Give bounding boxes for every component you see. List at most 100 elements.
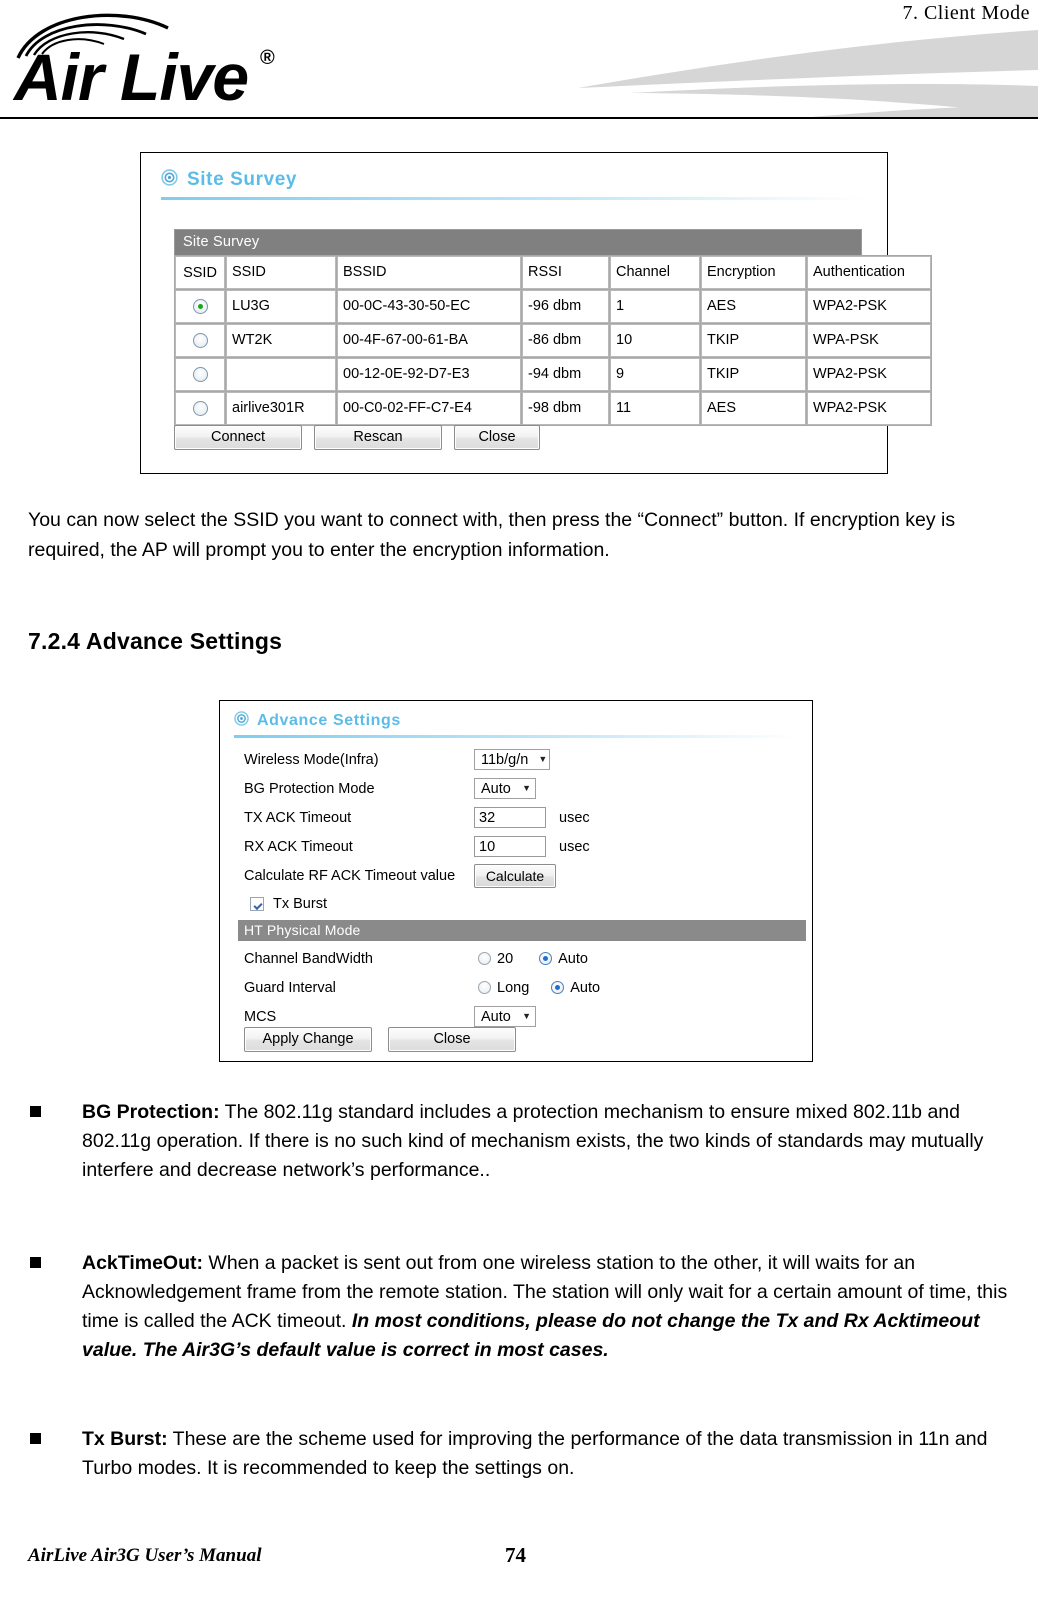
- guard-interval-option-auto[interactable]: Auto: [551, 980, 600, 996]
- bullet-body: These are the scheme used for improving …: [82, 1428, 988, 1479]
- bullet-bg-protection: BG Protection: The 802.11g standard incl…: [30, 1098, 1030, 1185]
- channel-bandwidth-option-20[interactable]: 20: [478, 951, 513, 967]
- section-heading: 7.2.4 Advance Settings: [28, 628, 283, 654]
- radio-button[interactable]: [192, 367, 208, 383]
- field-row-rx-ack: RX ACK Timeout 10 usec: [244, 832, 794, 861]
- field-row-tx-ack: TX ACK Timeout 32 usec: [244, 803, 794, 832]
- wireless-mode-label: Wireless Mode(Infra): [244, 751, 379, 768]
- wireless-mode-value: 11b/g/n: [481, 751, 529, 768]
- cell-rssi: -96 dbm: [522, 290, 609, 323]
- advance-settings-form: Wireless Mode(Infra) 11b/g/n ▼ BG Protec…: [238, 745, 806, 1031]
- table-row[interactable]: LU3G 00-0C-43-30-50-EC -96 dbm 1 AES WPA…: [175, 290, 931, 323]
- cell-ssid: airlive301R: [226, 392, 336, 425]
- bullet-tx-burst: Tx Burst: These are the scheme used for …: [30, 1425, 1035, 1483]
- radio-button-selected[interactable]: [551, 981, 565, 994]
- rescan-button[interactable]: Rescan: [314, 425, 442, 450]
- cell-bssid: 00-C0-02-FF-C7-E4: [337, 392, 521, 425]
- field-row-calculate: Calculate RF ACK Timeout value Calculate: [244, 861, 794, 890]
- svg-text:®: ®: [260, 47, 275, 69]
- row-radio-cell[interactable]: [175, 290, 225, 323]
- bullet-bg-protection-text: BG Protection: The 802.11g standard incl…: [82, 1098, 1030, 1185]
- channel-bandwidth-option-auto-label: Auto: [558, 950, 588, 967]
- table-row[interactable]: WT2K 00-4F-67-00-61-BA -86 dbm 10 TKIP W…: [175, 324, 931, 357]
- site-survey-table: SSID SSID BSSID RSSI Channel Encryption …: [174, 255, 932, 426]
- cell-channel: 10: [610, 324, 700, 357]
- radio-button[interactable]: [478, 952, 491, 965]
- rx-ack-timeout-input[interactable]: 10: [474, 836, 546, 857]
- cell-encryption: AES: [701, 392, 806, 425]
- bullet-ack-timeout: AckTimeOut: When a packet is sent out fr…: [30, 1249, 1035, 1365]
- target-icon: [161, 169, 178, 191]
- cell-channel: 1: [610, 290, 700, 323]
- cell-bssid: 00-4F-67-00-61-BA: [337, 324, 521, 357]
- channel-bandwidth-label: Channel BandWidth: [244, 950, 373, 967]
- wireless-mode-select[interactable]: 11b/g/n ▼: [474, 749, 550, 770]
- close-button[interactable]: Close: [454, 425, 540, 450]
- header-divider: [0, 117, 1038, 119]
- manual-page: 7. Client Mode Air Live ® Site Survey Si…: [0, 0, 1038, 1621]
- radio-button-selected[interactable]: [539, 952, 553, 965]
- guard-interval-label: Guard Interval: [244, 979, 336, 996]
- cell-ssid: [226, 358, 336, 391]
- site-survey-table-caption: Site Survey: [174, 229, 862, 255]
- radio-button[interactable]: [192, 333, 208, 349]
- row-radio-cell[interactable]: [175, 358, 225, 391]
- radio-button-selected[interactable]: [192, 299, 208, 315]
- footer-manual-title: AirLive Air3G User’s Manual: [28, 1545, 262, 1566]
- bullet-ack-timeout-text: AckTimeOut: When a packet is sent out fr…: [82, 1249, 1035, 1365]
- tx-ack-unit-label: usec: [559, 809, 590, 826]
- site-survey-table-wrapper: Site Survey SSID SSID BSSID RSSI Channel…: [174, 229, 932, 426]
- bullet-term: AckTimeOut:: [82, 1252, 203, 1274]
- channel-bandwidth-option-auto[interactable]: Auto: [539, 951, 588, 967]
- bullet-square-icon: [30, 1433, 41, 1444]
- column-header-encryption: Encryption: [701, 256, 806, 289]
- bullet-term: Tx Burst:: [82, 1428, 168, 1450]
- cell-channel: 9: [610, 358, 700, 391]
- bg-protection-select[interactable]: Auto ▼: [474, 778, 536, 799]
- bg-protection-label: BG Protection Mode: [244, 780, 375, 797]
- chapter-label: 7. Client Mode: [902, 2, 1030, 24]
- site-survey-button-bar: Connect Rescan Close: [174, 425, 540, 450]
- footer-page-number: 74: [505, 1543, 526, 1567]
- column-header-channel: Channel: [610, 256, 700, 289]
- row-radio-cell[interactable]: [175, 392, 225, 425]
- tx-burst-label: Tx Burst: [273, 896, 327, 912]
- table-header-row: SSID SSID BSSID RSSI Channel Encryption …: [175, 256, 931, 289]
- field-row-bg-protection: BG Protection Mode Auto ▼: [244, 774, 794, 803]
- close-button[interactable]: Close: [388, 1027, 516, 1052]
- header-swoosh-graphic: [330, 26, 1038, 118]
- field-row-guard-interval: Guard Interval Long Auto: [244, 973, 794, 1002]
- tx-burst-checkbox[interactable]: [250, 897, 264, 911]
- ht-physical-mode-section-header: HT Physical Mode: [238, 920, 806, 941]
- calculate-button[interactable]: Calculate: [474, 863, 556, 888]
- rx-ack-timeout-label: RX ACK Timeout: [244, 838, 353, 855]
- column-header-rssi: RSSI: [522, 256, 609, 289]
- column-header-bssid: BSSID: [337, 256, 521, 289]
- target-icon: [234, 711, 249, 731]
- cell-authentication: WPA2-PSK: [807, 392, 931, 425]
- guard-interval-option-long[interactable]: Long: [478, 980, 529, 996]
- guard-interval-radio-group[interactable]: Long Auto: [474, 980, 622, 996]
- tx-ack-timeout-input[interactable]: 32: [474, 807, 546, 828]
- column-header-ssid: SSID: [226, 256, 336, 289]
- table-row[interactable]: 00-12-0E-92-D7-E3 -94 dbm 9 TKIP WPA2-PS…: [175, 358, 931, 391]
- row-radio-cell[interactable]: [175, 324, 225, 357]
- field-row-wireless-mode: Wireless Mode(Infra) 11b/g/n ▼: [244, 745, 794, 774]
- airlive-logo: Air Live ®: [8, 6, 308, 106]
- radio-button[interactable]: [192, 401, 208, 417]
- cell-encryption: AES: [701, 290, 806, 323]
- cell-bssid: 00-0C-43-30-50-EC: [337, 290, 521, 323]
- connect-button[interactable]: Connect: [174, 425, 302, 450]
- table-row[interactable]: airlive301R 00-C0-02-FF-C7-E4 -98 dbm 11…: [175, 392, 931, 425]
- cell-rssi: -86 dbm: [522, 324, 609, 357]
- apply-change-button[interactable]: Apply Change: [244, 1027, 372, 1052]
- radio-button[interactable]: [478, 981, 491, 994]
- field-row-tx-burst[interactable]: Tx Burst: [244, 890, 794, 918]
- guard-interval-option-long-label: Long: [497, 979, 530, 996]
- page-header: 7. Client Mode Air Live ®: [0, 0, 1038, 119]
- channel-bandwidth-radio-group[interactable]: 20 Auto: [474, 951, 610, 967]
- chevron-down-icon: ▼: [538, 754, 548, 764]
- bullet-term: BG Protection:: [82, 1101, 220, 1123]
- cell-bssid: 00-12-0E-92-D7-E3: [337, 358, 521, 391]
- mcs-select[interactable]: Auto ▼: [474, 1006, 536, 1027]
